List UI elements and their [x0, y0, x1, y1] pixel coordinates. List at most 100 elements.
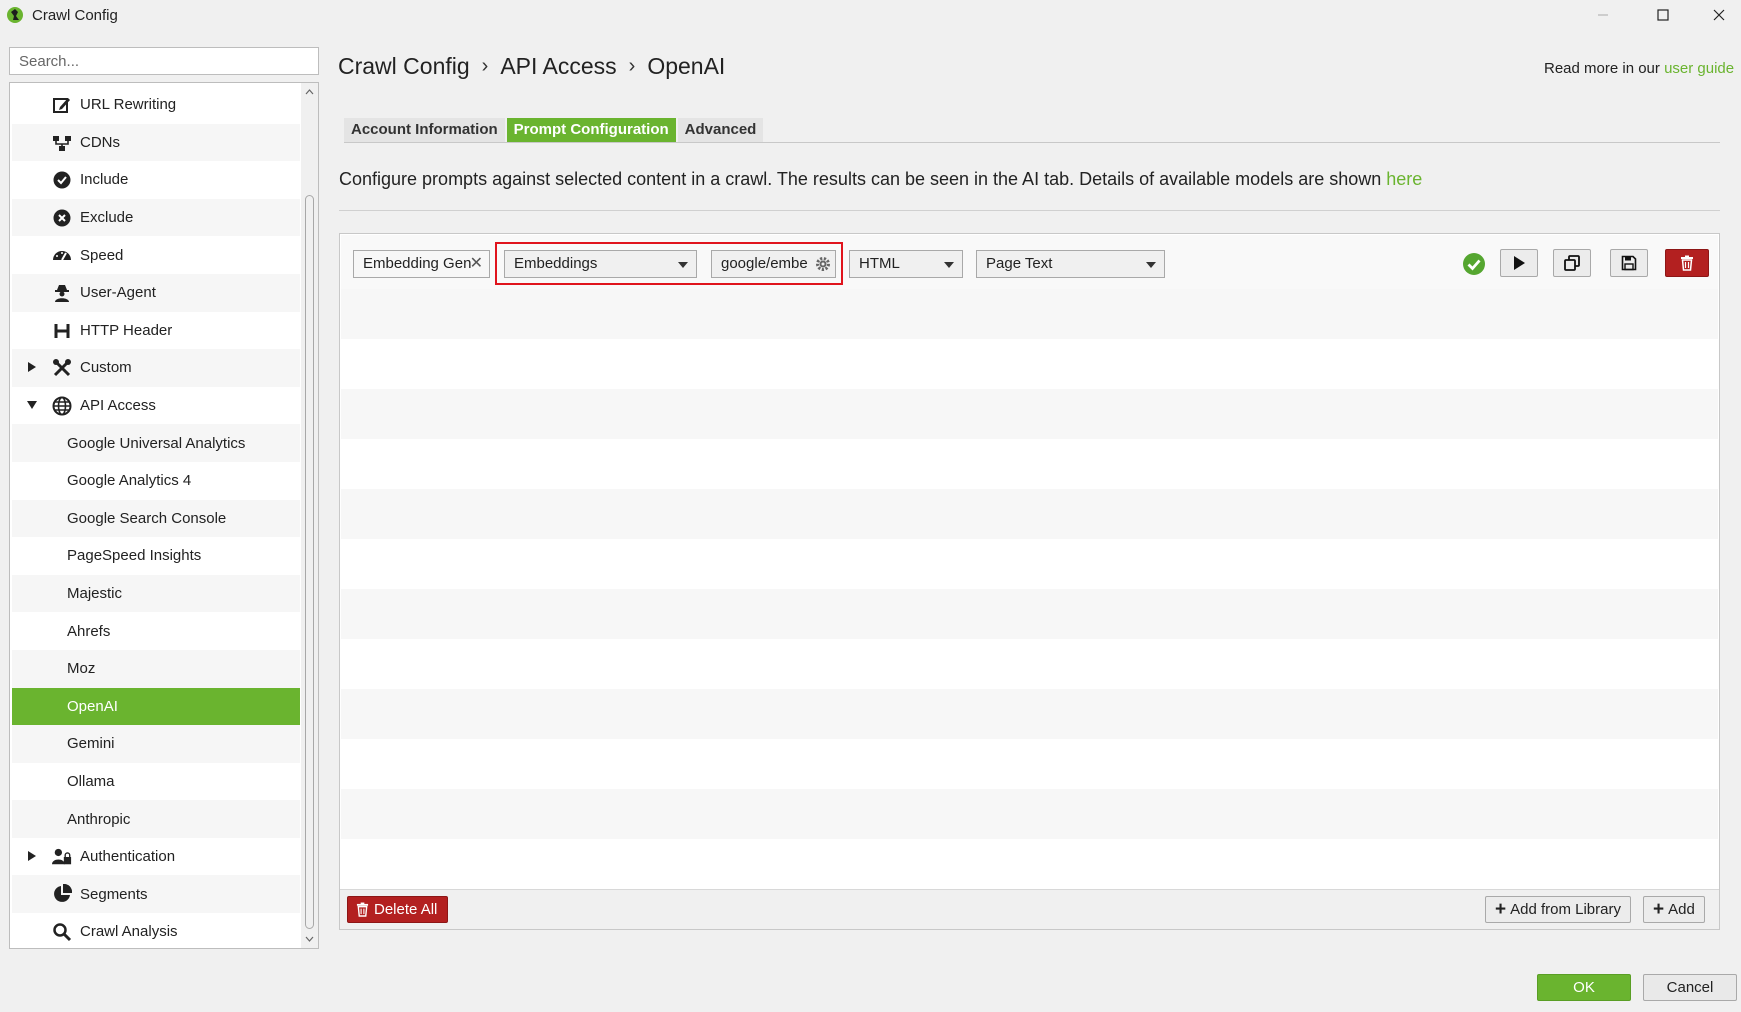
sidebar-item-label: Majestic [67, 585, 123, 603]
sidebar-item-label: URL Rewriting [80, 96, 177, 114]
check-circle-icon [1463, 253, 1485, 275]
prompt-panel: Embedding Gen ✕ Embeddings google/embe H… [339, 233, 1720, 930]
sidebar-item-google-search-console[interactable]: Google Search Console [12, 499, 300, 538]
heading-icon [54, 323, 70, 338]
sidebar-item-authentication[interactable]: Authentication [12, 837, 300, 876]
sidebar-item-label: HTTP Header [80, 321, 173, 339]
dropdown-arrow-icon [1146, 262, 1156, 268]
sidebar-item-google-analytics-4[interactable]: Google Analytics 4 [12, 461, 300, 500]
add-from-library-button[interactable]: + Add from Library [1485, 896, 1631, 923]
highlight-box [495, 242, 843, 285]
sidebar-item-majestic[interactable]: Majestic [12, 574, 300, 613]
sidebar-item-speed[interactable]: Speed [12, 236, 300, 274]
scroll-down-icon[interactable] [305, 934, 314, 943]
caret-right-icon[interactable] [26, 361, 38, 373]
ok-button[interactable]: OK [1537, 974, 1631, 1001]
empty-row [341, 289, 1718, 339]
breadcrumb-item: Crawl Config [338, 53, 470, 79]
models-link[interactable]: here [1386, 169, 1422, 189]
sidebar-item-label: Custom [80, 359, 132, 377]
maximize-icon [1657, 9, 1669, 21]
delete-all-button[interactable]: Delete All [347, 896, 449, 923]
empty-row [341, 539, 1718, 589]
tab-advanced[interactable]: Advanced [677, 118, 764, 142]
sidebar-item-url-rewriting[interactable]: URL Rewriting [12, 86, 300, 124]
tab-divider [344, 142, 1720, 143]
minimize-icon [1598, 14, 1608, 16]
empty-row [341, 389, 1718, 439]
sidebar-item-exclude[interactable]: Exclude [12, 198, 300, 237]
sidebar-item-gemini[interactable]: Gemini [12, 725, 300, 763]
scrollbar-thumb[interactable] [305, 195, 314, 929]
sidebar-item-label: Anthropic [67, 810, 131, 828]
prompt-list-rows [341, 289, 1718, 889]
sidebar-item-ollama[interactable]: Ollama [12, 762, 300, 801]
sidebar-item-user-agent[interactable]: User-Agent [12, 273, 300, 312]
cancel-button[interactable]: Cancel [1643, 974, 1737, 1001]
maximize-button[interactable] [1640, 0, 1686, 30]
speedometer-icon [53, 251, 71, 261]
sidebar-item-label: PageSpeed Insights [67, 547, 202, 565]
minimize-button[interactable] [1580, 0, 1626, 30]
window-title: Crawl Config [32, 7, 118, 24]
prompt-name-value: Embedding Gen [363, 255, 472, 272]
duplicate-button[interactable] [1553, 249, 1591, 277]
prompt-name-field[interactable]: Embedding Gen ✕ [353, 250, 490, 278]
sidebar-item-ahrefs[interactable]: Ahrefs [12, 612, 300, 650]
sidebar-item-label: Crawl Analysis [80, 923, 178, 941]
trash-icon [356, 902, 369, 917]
x-circle-icon [53, 209, 71, 227]
sidebar-item-label: Ahrefs [67, 622, 111, 640]
caret-down-icon[interactable] [26, 399, 38, 411]
scroll-up-icon[interactable] [305, 88, 314, 97]
sidebar-item-cdns[interactable]: CDNs [12, 123, 300, 162]
caret-right-icon[interactable] [26, 850, 38, 862]
sidebar-item-custom[interactable]: Custom [12, 349, 300, 387]
sidebar-item-crawl-analysis[interactable]: Crawl Analysis [12, 913, 300, 948]
sidebar-item-openai[interactable]: OpenAI [12, 687, 300, 726]
sidebar-item-label: Speed [80, 246, 124, 264]
sidebar-item-moz[interactable]: Moz [12, 649, 300, 688]
panel-footer: Delete All + Add from Library + Add [340, 889, 1719, 929]
tab-prompt-configuration[interactable]: Prompt Configuration [506, 118, 676, 142]
run-button[interactable] [1500, 249, 1538, 277]
sidebar-item-google-universal-analytics[interactable]: Google Universal Analytics [12, 424, 300, 462]
empty-row [341, 639, 1718, 689]
empty-row [341, 339, 1718, 389]
empty-row [341, 489, 1718, 539]
plus-icon: + [1653, 899, 1665, 920]
empty-row [341, 589, 1718, 639]
sidebar-item-pagespeed-insights[interactable]: PageSpeed Insights [12, 537, 300, 575]
pie-chart-icon [54, 884, 72, 903]
sidebar-scrollbar[interactable] [301, 83, 318, 948]
sidebar-item-label: API Access [80, 397, 156, 415]
description-text: Configure prompts against selected conte… [339, 169, 1387, 189]
add-button[interactable]: + Add [1643, 896, 1705, 923]
sidebar-item-api-access[interactable]: API Access [12, 386, 300, 425]
source-value: Page Text [986, 255, 1053, 272]
sidebar-item-label: Google Analytics 4 [67, 472, 192, 490]
sidebar: URL Rewriting CDNs Include Exclude Speed… [9, 82, 319, 949]
search-input[interactable] [9, 47, 319, 75]
sidebar-item-segments[interactable]: Segments [12, 875, 300, 914]
sidebar-item-http-header[interactable]: HTTP Header [12, 311, 300, 350]
sidebar-item-label: Segments [80, 885, 148, 903]
sitemap-icon [53, 135, 71, 151]
sidebar-item-anthropic[interactable]: Anthropic [12, 800, 300, 838]
tab-account-information[interactable]: Account Information [344, 118, 505, 142]
clear-icon[interactable]: ✕ [470, 251, 483, 277]
help-prefix: Read more in our [1544, 60, 1665, 77]
delete-prompt-button[interactable] [1665, 249, 1709, 277]
play-icon [1514, 256, 1525, 270]
save-to-library-button[interactable] [1610, 249, 1648, 277]
user-guide-link[interactable]: user guide [1664, 60, 1734, 77]
source-select[interactable]: Page Text [976, 250, 1165, 278]
user-secret-icon [55, 284, 69, 302]
sidebar-item-label: Moz [67, 660, 96, 678]
app-icon [7, 7, 23, 23]
format-select[interactable]: HTML [849, 250, 963, 278]
sidebar-item-include[interactable]: Include [12, 161, 300, 199]
sidebar-item-label: CDNs [80, 133, 120, 151]
close-button[interactable] [1696, 0, 1741, 30]
tools-icon [53, 359, 71, 377]
